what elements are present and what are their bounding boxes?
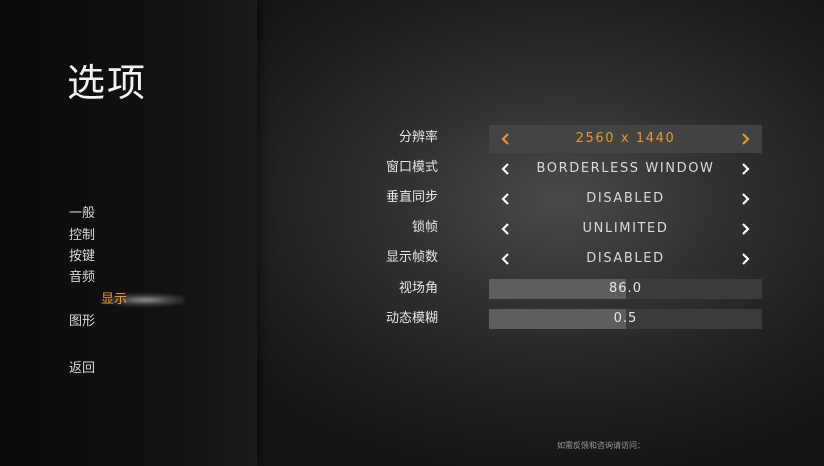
nav-item-controls[interactable]: 控制	[69, 228, 95, 244]
chevron-left-icon	[501, 163, 509, 175]
window-mode-prev-button[interactable]	[495, 155, 515, 183]
show-fps-selector[interactable]: DISABLED	[489, 245, 762, 273]
nav-item-general[interactable]: 一般	[69, 206, 95, 222]
nav-item-display[interactable]: 显示	[101, 292, 127, 308]
chevron-left-icon	[501, 193, 509, 205]
window-mode-label: 窗口模式	[385, 160, 438, 175]
vsync-prev-button[interactable]	[495, 185, 515, 213]
nav-item-graphics[interactable]: 图形	[69, 314, 95, 330]
window-mode-selector[interactable]: BORDERLESS WINDOW	[489, 155, 762, 183]
resolution-selector[interactable]: 2560 x 1440	[489, 125, 762, 153]
chevron-left-icon	[501, 133, 509, 145]
window-mode-value: BORDERLESS WINDOW	[536, 161, 715, 176]
vsync-selector[interactable]: DISABLED	[489, 185, 762, 213]
chevron-left-icon	[501, 253, 509, 265]
frame-lock-selector[interactable]: UNLIMITED	[489, 215, 762, 243]
chevron-right-icon	[742, 163, 750, 175]
chevron-right-icon	[742, 193, 750, 205]
show-fps-value: DISABLED	[586, 251, 665, 266]
window-mode-next-button[interactable]	[736, 155, 756, 183]
show-fps-label: 显示帧数	[385, 250, 438, 265]
options-nav: 一般 控制 按键 音频 显示 图形 返回	[0, 0, 257, 466]
vsync-next-button[interactable]	[736, 185, 756, 213]
vsync-value: DISABLED	[586, 191, 665, 206]
frame-lock-value: UNLIMITED	[582, 221, 669, 236]
motion-blur-slider[interactable]: 0.5	[489, 309, 762, 329]
show-fps-prev-button[interactable]	[495, 245, 515, 273]
frame-lock-next-button[interactable]	[736, 215, 756, 243]
fov-slider[interactable]: 86.0	[489, 279, 762, 299]
chevron-right-icon	[742, 133, 750, 145]
frame-lock-prev-button[interactable]	[495, 215, 515, 243]
resolution-prev-button[interactable]	[495, 125, 515, 153]
nav-item-keybindings[interactable]: 按键	[69, 249, 95, 265]
frame-lock-label: 锁帧	[411, 220, 438, 235]
chevron-right-icon	[742, 253, 750, 265]
motion-blur-value: 0.5	[613, 311, 638, 326]
back-button[interactable]: 返回	[69, 361, 95, 377]
chevron-right-icon	[742, 223, 750, 235]
nav-item-audio[interactable]: 音频	[69, 270, 95, 286]
feedback-note: 如需反馈和咨询请访问：	[557, 441, 645, 450]
chevron-left-icon	[501, 223, 509, 235]
motion-blur-label: 动态模糊	[385, 311, 438, 326]
show-fps-next-button[interactable]	[736, 245, 756, 273]
resolution-label: 分辨率	[398, 130, 438, 145]
vsync-label: 垂直同步	[385, 190, 438, 205]
resolution-value: 2560 x 1440	[575, 131, 676, 146]
fov-value: 86.0	[609, 281, 642, 296]
resolution-next-button[interactable]	[736, 125, 756, 153]
fov-label: 视场角	[398, 281, 438, 296]
options-screen: 选项 一般 控制 按键 音频 显示 图形 返回 分辨率 窗口模式 垂直同步 锁帧…	[0, 0, 824, 466]
